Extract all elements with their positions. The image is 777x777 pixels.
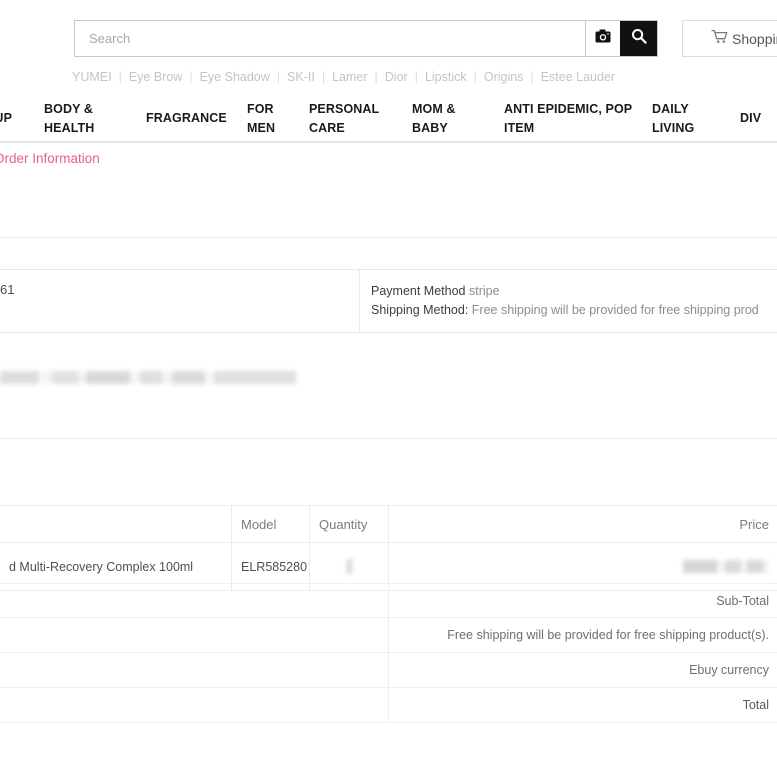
camera-search-button[interactable]	[585, 21, 620, 56]
quicklink-separator: |	[118, 70, 122, 84]
nav-item-daily-living[interactable]: DAILY LIVING	[652, 96, 710, 141]
totals-label-subtotal: Sub-Total	[716, 593, 769, 608]
search-input[interactable]	[75, 21, 585, 56]
redacted-quantity-value	[345, 559, 353, 574]
quicklink-separator: |	[276, 70, 281, 84]
search-icon	[631, 28, 647, 49]
table-row: 61 Payment Method stripe Shipping Method…	[0, 270, 777, 332]
totals-spacer	[0, 688, 389, 722]
quicklink-separator: |	[321, 70, 326, 84]
quicklink-eye-shadow[interactable]: Eye Shadow	[200, 70, 270, 84]
nav-item-personal-care[interactable]: PERSONAL CARE	[309, 96, 391, 141]
totals-row-total: Total	[0, 688, 777, 723]
payment-method-label: Payment Method	[371, 284, 466, 298]
quicklink-lamer[interactable]: Lamer	[332, 70, 367, 84]
column-header-product	[0, 506, 232, 542]
quicklink-separator: |	[473, 70, 477, 84]
totals-row-shipping: Free shipping will be provided for free …	[0, 618, 777, 653]
search-submit-button[interactable]	[620, 21, 657, 56]
order-totals: Sub-Total Free shipping will be provided…	[0, 583, 777, 723]
site-header: Shopping	[0, 0, 777, 62]
camera-icon	[595, 29, 611, 48]
totals-spacer	[0, 618, 389, 652]
shipping-address-block	[0, 371, 777, 384]
totals-spacer	[0, 653, 389, 687]
payment-method-value: stripe	[468, 284, 500, 298]
payment-method-line: Payment Method stripe	[371, 282, 777, 301]
quicklink-separator: |	[530, 70, 534, 84]
totals-label-currency: Ebuy currency	[689, 663, 769, 677]
totals-label-shipping: Free shipping will be provided for free …	[447, 628, 769, 642]
order-detail-table: 61 Payment Method stripe Shipping Method…	[0, 269, 777, 333]
column-header-price: Price	[739, 516, 769, 532]
quicklink-separator: |	[414, 70, 418, 84]
order-information-link[interactable]: Order Information	[0, 151, 100, 166]
quicklink-eye-brow[interactable]: Eye Brow	[129, 70, 183, 84]
nav-item-for-men[interactable]: FOR MEN	[247, 96, 291, 141]
order-information-page: Shopping YUMEI | Eye Brow | Eye Shadow |…	[0, 0, 777, 777]
redacted-address-text	[0, 371, 777, 384]
quicklink-origins[interactable]: Origins	[484, 70, 524, 84]
column-header-model: Model	[232, 506, 310, 542]
quicklink-lipstick[interactable]: Lipstick	[425, 70, 467, 84]
shipping-method-value: Free shipping will be provided for free …	[471, 302, 759, 317]
table-header-row: Model Quantity Price	[0, 505, 777, 543]
quicklink-separator: |	[374, 70, 378, 84]
quicklink-separator: |	[189, 70, 193, 84]
totals-label-total: Total	[742, 698, 769, 712]
totals-row-currency: Ebuy currency	[0, 653, 777, 688]
main-navigation: EUP BODY & HEALTH FRAGRANCE FOR MEN PERS…	[0, 96, 777, 143]
nav-item-mom-baby[interactable]: MOM & BABY	[412, 96, 474, 141]
nav-item-anti-epidemic[interactable]: ANTI EPIDEMIC, POP ITEM	[504, 96, 648, 141]
redacted-price-value	[683, 560, 769, 573]
quick-links-bar: YUMEI | Eye Brow | Eye Shadow | SK-II | …	[0, 66, 777, 88]
payment-shipping-cell: Payment Method stripe Shipping Method: F…	[360, 270, 777, 332]
nav-item-makeup[interactable]: EUP	[0, 96, 32, 141]
column-header-quantity: Quantity	[310, 506, 389, 542]
shopping-cart-label: Shopping	[732, 30, 777, 47]
totals-spacer	[0, 584, 389, 617]
shipping-method-line: Shipping Method: Free shipping will be p…	[371, 301, 777, 320]
shopping-cart-icon	[711, 29, 729, 49]
section-divider	[0, 438, 777, 439]
quicklink-sk-ii[interactable]: SK-II	[287, 70, 315, 84]
nav-item-body-health[interactable]: BODY & HEALTH	[44, 96, 136, 141]
nav-item-fragrance[interactable]: FRAGRANCE	[146, 96, 232, 141]
shopping-cart-button[interactable]: Shopping	[682, 20, 777, 57]
shipping-method-label: Shipping Method:	[371, 302, 469, 317]
quicklink-dior[interactable]: Dior	[385, 70, 408, 84]
nav-item-div[interactable]: DIV	[740, 96, 777, 141]
totals-row-subtotal: Sub-Total	[0, 583, 777, 618]
section-divider	[0, 237, 777, 238]
order-id-cell: 61	[0, 270, 360, 332]
quicklink-yumei[interactable]: YUMEI	[72, 70, 112, 84]
quicklink-estee-lauder[interactable]: Estee Lauder	[541, 70, 615, 84]
search-bar	[74, 20, 658, 57]
product-table: Model Quantity Price d Multi-Recovery Co…	[0, 505, 777, 591]
